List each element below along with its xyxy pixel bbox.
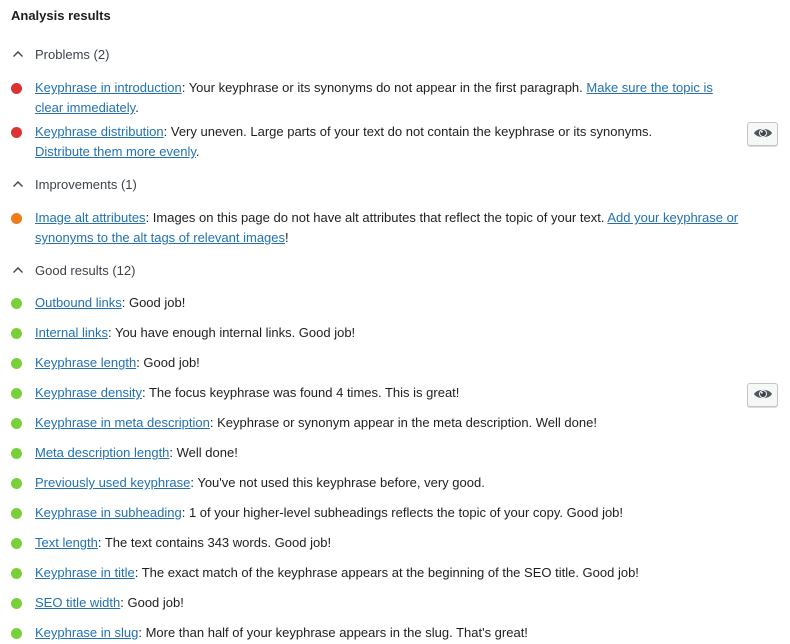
result-link[interactable]: Text length [35,535,98,550]
problem-bullet-icon [11,127,22,138]
result-item: Internal links: You have enough internal… [11,323,741,343]
good-bullet-icon [11,358,22,369]
result-item: Text length: The text contains 343 words… [11,533,741,553]
result-item: Keyphrase in slug: More than half of you… [11,623,741,643]
eye-icon [753,387,773,404]
result-link[interactable]: Keyphrase in introduction [35,80,182,95]
result-link[interactable]: Keyphrase length [35,355,136,370]
good-bullet-icon [11,508,22,519]
result-item: Keyphrase distribution: Very uneven. Lar… [11,122,741,162]
result-link[interactable]: Image alt attributes [35,210,146,225]
result-item: SEO title width: Good job! [11,593,741,613]
result-link[interactable]: Keyphrase in slug [35,625,138,640]
good-bullet-icon [11,328,22,339]
good-bullet-icon [11,478,22,489]
result-item: Image alt attributes: Images on this pag… [11,208,741,248]
result-link[interactable]: Keyphrase distribution [35,124,164,139]
result-link[interactable]: Previously used keyphrase [35,475,190,490]
result-item: Keyphrase in title: The exact match of t… [11,563,741,583]
result-link[interactable]: SEO title width [35,595,120,610]
problem-bullet-icon [11,83,22,94]
panel-title: Analysis results [11,8,111,23]
result-item: Previously used keyphrase: You've not us… [11,473,741,493]
good-bullet-icon [11,598,22,609]
section-label: Problems (2) [35,46,110,62]
result-link[interactable]: Meta description length [35,445,169,460]
good-bullet-icon [11,298,22,309]
section-label: Improvements (1) [35,176,137,192]
good-bullet-icon [11,628,22,639]
good-bullet-icon [11,538,22,549]
action-link[interactable]: Distribute them more evenly [35,144,196,159]
good-bullet-icon [11,418,22,429]
result-link[interactable]: Keyphrase density [35,385,142,400]
good-bullet-icon [11,388,22,399]
highlight-toggle-button[interactable] [747,383,778,407]
result-item: Keyphrase in meta description: Keyphrase… [11,413,741,433]
result-link[interactable]: Internal links [35,325,108,340]
good-bullet-icon [11,448,22,459]
result-item: Outbound links: Good job! [11,293,741,313]
result-link[interactable]: Outbound links [35,295,122,310]
result-item: Meta description length: Well done! [11,443,741,463]
result-link[interactable]: Keyphrase in subheading [35,505,182,520]
chevron-up-icon [12,263,26,277]
result-item: Keyphrase in subheading: 1 of your highe… [11,503,741,523]
result-item: Keyphrase in introduction: Your keyphras… [11,78,741,118]
result-link[interactable]: Keyphrase in title [35,565,135,580]
eye-icon [753,126,773,143]
good-bullet-icon [11,568,22,579]
section-toggle-problems[interactable]: Problems (2) [12,45,109,63]
result-item: Keyphrase density: The focus keyphrase w… [11,383,741,403]
section-toggle-good-results[interactable]: Good results (12) [12,261,135,279]
chevron-up-icon [12,177,26,191]
improvement-bullet-icon [11,213,22,224]
result-link[interactable]: Keyphrase in meta description [35,415,210,430]
section-toggle-improvements[interactable]: Improvements (1) [12,175,137,193]
result-item: Keyphrase length: Good job! [11,353,741,373]
highlight-toggle-button[interactable] [747,122,778,146]
section-label: Good results (12) [35,262,136,278]
chevron-up-icon [12,47,26,61]
